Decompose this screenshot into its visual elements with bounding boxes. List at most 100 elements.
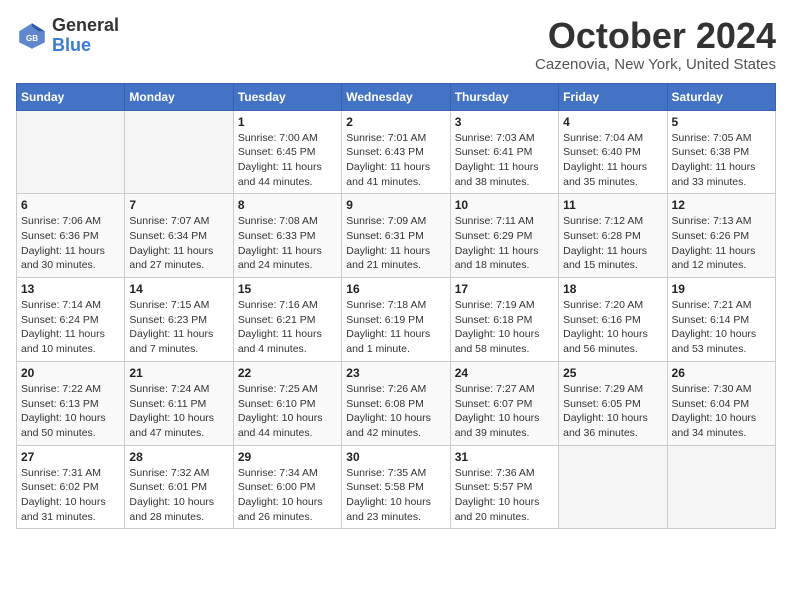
calendar-cell: [667, 445, 775, 529]
calendar-cell: 8 Sunrise: 7:08 AM Sunset: 6:33 PM Daylig…: [233, 194, 341, 278]
day-number: 9: [346, 198, 445, 212]
day-info: Sunrise: 7:32 AM Sunset: 6:01 PM Dayligh…: [129, 466, 228, 525]
day-number: 17: [455, 282, 554, 296]
day-number: 14: [129, 282, 228, 296]
day-info: Sunrise: 7:18 AM Sunset: 6:19 PM Dayligh…: [346, 298, 445, 357]
calendar-cell: 10Sunrise: 7:11 AM Sunset: 6:29 PM Dayli…: [450, 194, 558, 278]
day-info: Sunrise: 7:03 AM Sunset: 6:41 PM Dayligh…: [455, 131, 554, 190]
calendar-cell: 9 Sunrise: 7:09 AM Sunset: 6:31 PM Daylig…: [342, 194, 450, 278]
day-info: Sunrise: 7:06 AM Sunset: 6:36 PM Dayligh…: [21, 214, 120, 273]
calendar-cell: 13 Sunrise: 7:14 AM Sunset: 6:24 PM Dayli…: [17, 278, 125, 362]
day-number: 18: [563, 282, 662, 296]
day-header-wednesday: Wednesday: [342, 83, 450, 110]
calendar-cell: 11 Sunrise: 7:12 AM Sunset: 6:28 PM Dayli…: [559, 194, 667, 278]
day-info: Sunrise: 7:27 AM Sunset: 6:07 PM Dayligh…: [455, 382, 554, 441]
calendar-cell: 31 Sunrise: 7:36 AM Sunset: 5:57 PM Dayli…: [450, 445, 558, 529]
calendar-cell: 18 Sunrise: 7:20 AM Sunset: 6:16 PM Dayli…: [559, 278, 667, 362]
day-info: Sunrise: 7:21 AM Sunset: 6:14 PM Dayligh…: [672, 298, 771, 357]
logo: GB General Blue: [16, 16, 119, 56]
logo-blue: Blue: [52, 35, 91, 55]
day-info: Sunrise: 7:09 AM Sunset: 6:31 PM Dayligh…: [346, 214, 445, 273]
day-number: 6: [21, 198, 120, 212]
day-info: Sunrise: 7:14 AM Sunset: 6:24 PM Dayligh…: [21, 298, 120, 357]
title-block: October 2024 Cazenovia, New York, United…: [535, 16, 776, 73]
day-number: 13: [21, 282, 120, 296]
svg-text:GB: GB: [26, 34, 38, 43]
calendar-cell: 1 Sunrise: 7:00 AM Sunset: 6:45 PM Daylig…: [233, 110, 341, 194]
day-number: 26: [672, 366, 771, 380]
day-info: Sunrise: 7:30 AM Sunset: 6:04 PM Dayligh…: [672, 382, 771, 441]
calendar-cell: 12 Sunrise: 7:13 AM Sunset: 6:26 PM Dayli…: [667, 194, 775, 278]
day-number: 27: [21, 450, 120, 464]
day-number: 22: [238, 366, 337, 380]
logo-general: General: [52, 15, 119, 35]
calendar-week-row: 6 Sunrise: 7:06 AM Sunset: 6:36 PM Daylig…: [17, 194, 776, 278]
calendar-cell: 6 Sunrise: 7:06 AM Sunset: 6:36 PM Daylig…: [17, 194, 125, 278]
day-number: 5: [672, 115, 771, 129]
calendar-cell: 28 Sunrise: 7:32 AM Sunset: 6:01 PM Dayli…: [125, 445, 233, 529]
calendar-cell: 17 Sunrise: 7:19 AM Sunset: 6:18 PM Dayli…: [450, 278, 558, 362]
day-info: Sunrise: 7:00 AM Sunset: 6:45 PM Dayligh…: [238, 131, 337, 190]
day-number: 10: [455, 198, 554, 212]
day-number: 20: [21, 366, 120, 380]
calendar-header-row: SundayMondayTuesdayWednesdayThursdayFrid…: [17, 83, 776, 110]
day-header-friday: Friday: [559, 83, 667, 110]
calendar-cell: 19Sunrise: 7:21 AM Sunset: 6:14 PM Dayli…: [667, 278, 775, 362]
calendar-cell: 20 Sunrise: 7:22 AM Sunset: 6:13 PM Dayli…: [17, 361, 125, 445]
day-info: Sunrise: 7:19 AM Sunset: 6:18 PM Dayligh…: [455, 298, 554, 357]
day-number: 1: [238, 115, 337, 129]
day-info: Sunrise: 7:05 AM Sunset: 6:38 PM Dayligh…: [672, 131, 771, 190]
calendar-cell: 27 Sunrise: 7:31 AM Sunset: 6:02 PM Dayli…: [17, 445, 125, 529]
day-info: Sunrise: 7:22 AM Sunset: 6:13 PM Dayligh…: [21, 382, 120, 441]
calendar-cell: 22 Sunrise: 7:25 AM Sunset: 6:10 PM Dayli…: [233, 361, 341, 445]
calendar-week-row: 20 Sunrise: 7:22 AM Sunset: 6:13 PM Dayli…: [17, 361, 776, 445]
calendar-cell: [559, 445, 667, 529]
calendar-cell: 14Sunrise: 7:15 AM Sunset: 6:23 PM Dayli…: [125, 278, 233, 362]
calendar-cell: 5 Sunrise: 7:05 AM Sunset: 6:38 PM Daylig…: [667, 110, 775, 194]
calendar: SundayMondayTuesdayWednesdayThursdayFrid…: [16, 83, 776, 530]
logo-icon: GB: [16, 20, 48, 52]
day-info: Sunrise: 7:08 AM Sunset: 6:33 PM Dayligh…: [238, 214, 337, 273]
day-number: 30: [346, 450, 445, 464]
day-header-tuesday: Tuesday: [233, 83, 341, 110]
day-info: Sunrise: 7:29 AM Sunset: 6:05 PM Dayligh…: [563, 382, 662, 441]
calendar-cell: 15Sunrise: 7:16 AM Sunset: 6:21 PM Dayli…: [233, 278, 341, 362]
calendar-cell: [125, 110, 233, 194]
day-header-sunday: Sunday: [17, 83, 125, 110]
calendar-cell: 30 Sunrise: 7:35 AM Sunset: 5:58 PM Dayli…: [342, 445, 450, 529]
day-info: Sunrise: 7:07 AM Sunset: 6:34 PM Dayligh…: [129, 214, 228, 273]
calendar-cell: 29Sunrise: 7:34 AM Sunset: 6:00 PM Dayli…: [233, 445, 341, 529]
day-info: Sunrise: 7:26 AM Sunset: 6:08 PM Dayligh…: [346, 382, 445, 441]
day-number: 21: [129, 366, 228, 380]
page-header: GB General Blue October 2024 Cazenovia, …: [16, 16, 776, 73]
day-info: Sunrise: 7:13 AM Sunset: 6:26 PM Dayligh…: [672, 214, 771, 273]
day-number: 11: [563, 198, 662, 212]
day-info: Sunrise: 7:25 AM Sunset: 6:10 PM Dayligh…: [238, 382, 337, 441]
day-header-monday: Monday: [125, 83, 233, 110]
location: Cazenovia, New York, United States: [535, 56, 776, 73]
day-number: 31: [455, 450, 554, 464]
day-number: 25: [563, 366, 662, 380]
calendar-cell: 2Sunrise: 7:01 AM Sunset: 6:43 PM Daylig…: [342, 110, 450, 194]
day-number: 7: [129, 198, 228, 212]
calendar-week-row: 1 Sunrise: 7:00 AM Sunset: 6:45 PM Daylig…: [17, 110, 776, 194]
calendar-cell: 26 Sunrise: 7:30 AM Sunset: 6:04 PM Dayli…: [667, 361, 775, 445]
calendar-cell: 21Sunrise: 7:24 AM Sunset: 6:11 PM Dayli…: [125, 361, 233, 445]
day-number: 15: [238, 282, 337, 296]
day-info: Sunrise: 7:36 AM Sunset: 5:57 PM Dayligh…: [455, 466, 554, 525]
day-number: 12: [672, 198, 771, 212]
day-number: 23: [346, 366, 445, 380]
day-info: Sunrise: 7:34 AM Sunset: 6:00 PM Dayligh…: [238, 466, 337, 525]
day-number: 3: [455, 115, 554, 129]
day-number: 28: [129, 450, 228, 464]
day-info: Sunrise: 7:20 AM Sunset: 6:16 PM Dayligh…: [563, 298, 662, 357]
calendar-cell: 16 Sunrise: 7:18 AM Sunset: 6:19 PM Dayli…: [342, 278, 450, 362]
logo-text: General Blue: [52, 16, 119, 56]
day-info: Sunrise: 7:31 AM Sunset: 6:02 PM Dayligh…: [21, 466, 120, 525]
day-number: 2: [346, 115, 445, 129]
day-number: 8: [238, 198, 337, 212]
day-info: Sunrise: 7:12 AM Sunset: 6:28 PM Dayligh…: [563, 214, 662, 273]
day-info: Sunrise: 7:35 AM Sunset: 5:58 PM Dayligh…: [346, 466, 445, 525]
day-number: 16: [346, 282, 445, 296]
day-number: 4: [563, 115, 662, 129]
